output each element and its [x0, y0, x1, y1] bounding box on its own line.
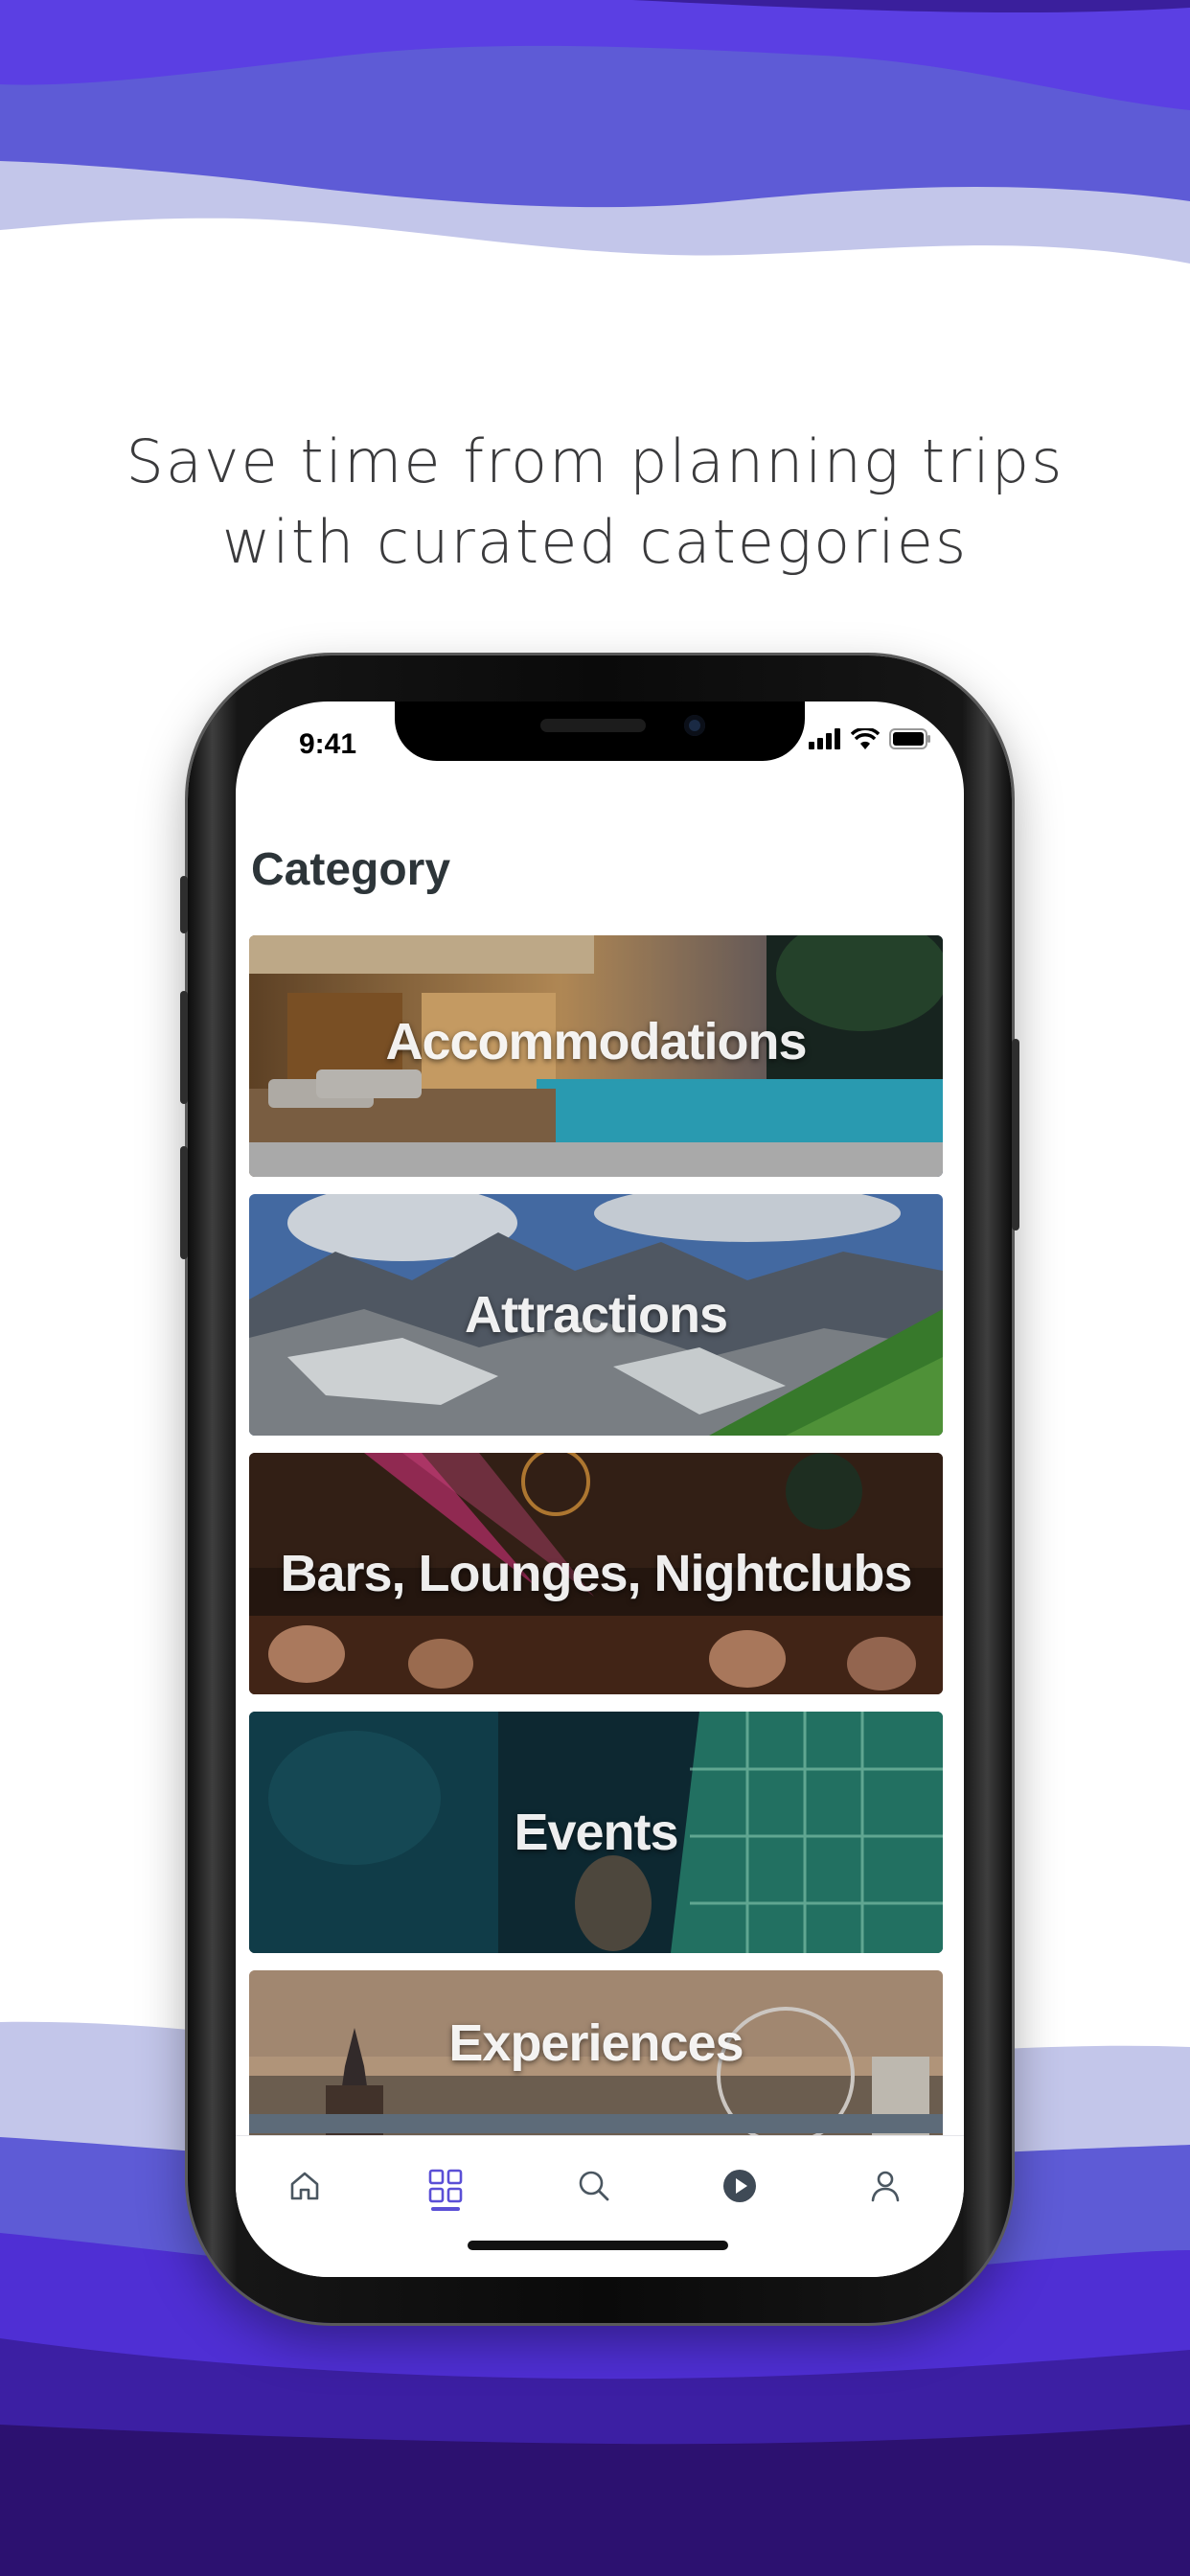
- battery-icon: [889, 728, 930, 749]
- home-indicator[interactable]: [468, 2241, 728, 2250]
- category-card-accommodations[interactable]: Accommodations: [249, 935, 943, 1177]
- category-grid-icon: [428, 2169, 463, 2203]
- top-wave-decoration: [0, 0, 1190, 264]
- category-card-bars-lounges-nightclubs[interactable]: Bars, Lounges, Nightclubs: [249, 1453, 943, 1694]
- headline-line-1: Save time from planning trips: [126, 426, 1064, 496]
- status-icons: [809, 728, 931, 749]
- home-icon: [290, 2172, 319, 2200]
- play-icon: [723, 2170, 756, 2202]
- volume-down-button: [180, 1146, 188, 1259]
- volume-up-button: [180, 991, 188, 1104]
- headline-line-2: with curated categories: [221, 507, 969, 577]
- wifi-icon: [851, 728, 880, 749]
- phone-frame: 9:41 Category Accommodations Attractions…: [180, 656, 1019, 2323]
- notch: [395, 702, 805, 761]
- profile-icon: [871, 2171, 900, 2202]
- tab-play[interactable]: [711, 2157, 768, 2215]
- category-label: Attractions: [464, 1286, 728, 1344]
- search-icon: [579, 2171, 609, 2201]
- phone-screen: 9:41 Category Accommodations Attractions…: [236, 702, 964, 2277]
- tab-search[interactable]: [565, 2157, 623, 2215]
- tab-category[interactable]: [417, 2157, 474, 2215]
- category-label: Bars, Lounges, Nightclubs: [280, 1545, 912, 1602]
- active-tab-indicator: [431, 2207, 460, 2211]
- silent-switch: [180, 876, 188, 933]
- page-title: Category: [251, 844, 451, 895]
- front-camera: [684, 715, 705, 736]
- tab-home[interactable]: [276, 2157, 333, 2215]
- signal-icon: [809, 728, 840, 749]
- category-label: Accommodations: [385, 1013, 807, 1070]
- category-card-attractions[interactable]: Attractions: [249, 1194, 943, 1436]
- bottom-tab-bar: [236, 2135, 964, 2277]
- category-label: Events: [514, 1804, 678, 1861]
- tab-profile[interactable]: [857, 2157, 914, 2215]
- category-card-events[interactable]: Events: [249, 1712, 943, 1953]
- power-button: [1012, 1039, 1019, 1230]
- marketing-headline: Save time from planning trips with curat…: [0, 422, 1190, 583]
- speaker-grille: [540, 719, 646, 732]
- status-time: 9:41: [299, 728, 357, 760]
